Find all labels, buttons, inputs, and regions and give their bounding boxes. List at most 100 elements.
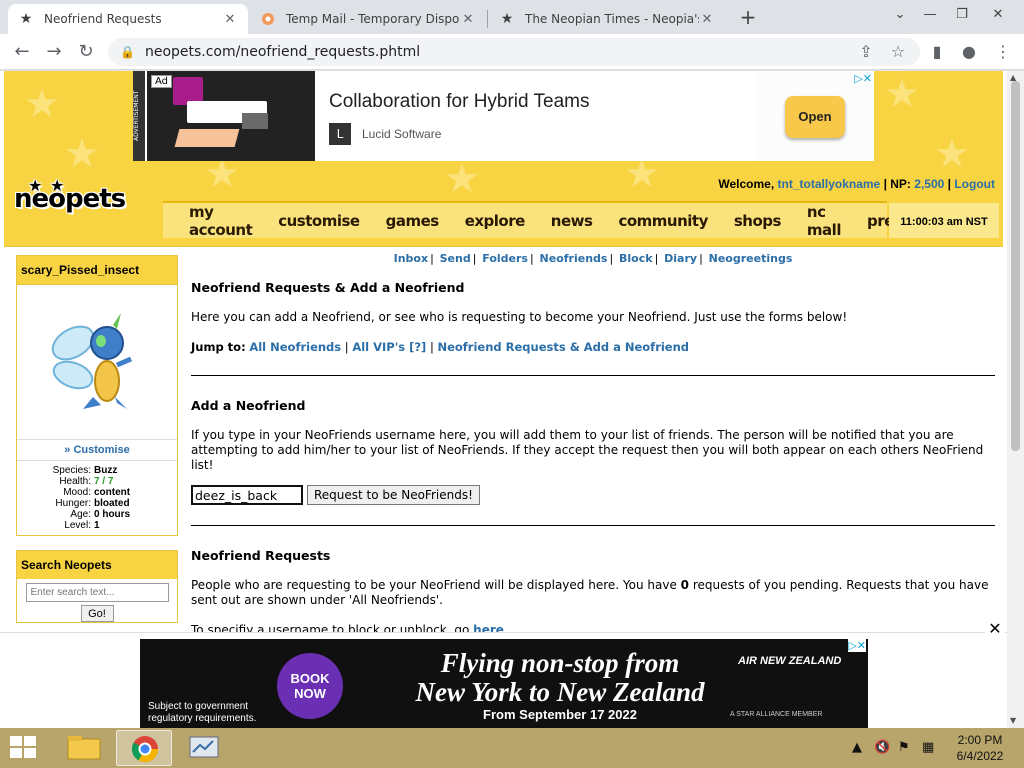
jump-requests[interactable]: Neofriend Requests & Add a Neofriend [437, 340, 689, 354]
forward-arrow-icon[interactable]: → [42, 40, 66, 64]
chrome-icon[interactable] [116, 730, 172, 766]
tab-temp-mail[interactable]: Temp Mail - Temporary Disposab ✕ [250, 4, 486, 34]
ad-image[interactable] [147, 71, 315, 161]
nav-community[interactable]: community [618, 212, 708, 230]
speaker-muted-icon[interactable]: 🔇 [874, 740, 890, 755]
nav-customise[interactable]: customise [278, 212, 360, 230]
tray-chevron-icon[interactable]: ▲ [852, 740, 862, 755]
bookmark-star-icon[interactable]: ☆ [888, 42, 908, 62]
back-arrow-icon[interactable]: ← [10, 40, 34, 64]
star-decoration-icon: ★ [934, 131, 970, 177]
start-logo-pane [24, 736, 36, 746]
stat-label: Hunger: [55, 498, 91, 509]
ad-headline-line: Flying non-stop from [440, 648, 680, 678]
disclaimer-line: regulatory requirements. [148, 713, 257, 724]
subnav-send[interactable]: Send [440, 252, 471, 265]
main-nav: my account customise games explore news … [163, 201, 939, 239]
flag-icon[interactable]: ⚑ [898, 740, 910, 755]
pet-stats: Species: Buzz Health: 7 / 7 Mood: content H… [17, 461, 177, 535]
kebab-menu-icon[interactable]: ⋮ [993, 42, 1013, 62]
jump-all-vips[interactable]: All VIP's [?] [352, 340, 426, 354]
ad-headline[interactable]: Flying non-stop from New York to New Zea… [340, 649, 780, 707]
ad-disclaimer: Subject to government regulatory require… [148, 701, 256, 725]
network-icon[interactable]: ▦ [922, 740, 934, 755]
windows-start-icon[interactable] [10, 736, 38, 760]
subnav-block[interactable]: Block [619, 252, 653, 265]
pet-image[interactable] [17, 285, 177, 440]
nav-games[interactable]: games [386, 212, 440, 230]
subnav-diary[interactable]: Diary [664, 252, 697, 265]
ad-badge: Ad [151, 75, 173, 88]
page-scrollbar[interactable]: ▲ ▼ [1007, 71, 1024, 728]
adchoices-icon[interactable]: ▷✕ [854, 72, 872, 85]
ad-title[interactable]: Collaboration for Hybrid Teams [329, 91, 590, 113]
adchoices-icon[interactable]: ▷✕ [848, 639, 866, 652]
separator: | [947, 177, 951, 191]
requests-count: 0 [680, 578, 690, 592]
ad-image-shape [174, 129, 240, 147]
subnav-neogreetings[interactable]: Neogreetings [709, 252, 793, 265]
tab-search-chevron-icon[interactable]: ⌄ [888, 4, 912, 26]
nav-news[interactable]: news [551, 212, 593, 230]
jump-all-neofriends[interactable]: All Neofriends [249, 340, 341, 354]
share-icon[interactable]: ⇪ [856, 42, 876, 62]
star-icon: ★ [500, 11, 514, 27]
close-icon[interactable]: ✕ [699, 12, 715, 27]
top-advertisement[interactable]: ADVERTISEMENT Ad Collaboration for Hybri… [133, 71, 874, 161]
nav-explore[interactable]: explore [465, 212, 526, 230]
logo-star-icon: ★ [28, 176, 42, 195]
np-value-link[interactable]: 2,500 [914, 177, 944, 191]
windows-taskbar: ▲ 🔇 ⚑ ▦ 2:00 PM 6/4/2022 [0, 728, 1024, 768]
minimize-button[interactable]: — [918, 4, 942, 26]
ad-side-label: ADVERTISEMENT [133, 71, 145, 161]
stat-age: 0 hours [94, 509, 131, 520]
close-icon[interactable]: ✕ [222, 12, 238, 27]
task-manager-icon[interactable] [176, 730, 232, 766]
tab-title: Temp Mail - Temporary Disposab [286, 12, 460, 26]
stat-level: 1 [94, 520, 100, 531]
nav-my-account[interactable]: my account [189, 203, 253, 239]
pet-name[interactable]: scary_Pissed_insect [17, 256, 177, 285]
subnav-inbox[interactable]: Inbox [394, 252, 428, 265]
subnav-folders[interactable]: Folders [482, 252, 528, 265]
requests-text: People who are requesting to be your Neo… [191, 578, 995, 608]
subnav-neofriends[interactable]: Neofriends [540, 252, 608, 265]
logout-link[interactable]: Logout [954, 177, 995, 191]
ad-banner[interactable]: BOOK NOW Flying non-stop from New York t… [140, 639, 868, 728]
close-ad-icon[interactable]: ✕ [985, 619, 1005, 639]
new-tab-button[interactable]: + [737, 6, 759, 28]
address-bar[interactable]: 🔒 neopets.com/neofriend_requests.phtml [108, 38, 920, 66]
window-close-button[interactable]: ✕ [986, 4, 1010, 26]
taskbar-clock[interactable]: 2:00 PM 6/4/2022 [950, 732, 1010, 764]
scroll-down-icon[interactable]: ▼ [1010, 716, 1016, 725]
tab-neopian-times[interactable]: ★ The Neopian Times - Neopia's fi ✕ [489, 4, 725, 34]
customise-link[interactable]: » Customise [17, 440, 177, 461]
ad-image-shape [242, 113, 268, 129]
request-neofriend-button[interactable]: Request to be NeoFriends! [307, 485, 480, 505]
ad-headline-line: New York to New Zealand [415, 677, 705, 707]
book-now-button[interactable]: BOOK NOW [277, 653, 343, 719]
ad-brand: AIR NEW ZEALAND [738, 655, 842, 667]
profile-avatar-icon[interactable]: ● [959, 42, 979, 62]
search-go-button[interactable]: Go! [80, 605, 114, 622]
add-neofriend-form: Request to be NeoFriends! [191, 485, 995, 505]
scrollbar-thumb[interactable] [1011, 81, 1020, 451]
jump-to-row: Jump to: All Neofriends | All VIP's [?] … [191, 340, 995, 355]
neopets-logo[interactable]: ★ ★ neopets [14, 176, 126, 214]
username-link[interactable]: tnt_totallyokname [778, 177, 881, 191]
url-text[interactable]: neopets.com/neofriend_requests.phtml [145, 44, 420, 60]
neofriend-username-input[interactable] [191, 485, 303, 505]
search-input[interactable] [25, 583, 169, 602]
reload-icon[interactable]: ↻ [74, 40, 98, 64]
nav-shops[interactable]: shops [734, 212, 782, 230]
stat-label: Mood: [63, 487, 91, 498]
ad-open-button[interactable]: Open [785, 96, 845, 138]
nav-nc-mall[interactable]: nc mall [807, 203, 842, 239]
side-panel-icon[interactable]: ▮ [927, 42, 947, 62]
file-explorer-icon[interactable] [56, 730, 112, 766]
restore-button[interactable]: ❐ [950, 4, 974, 26]
tab-neofriend-requests[interactable]: ★ Neofriend Requests ✕ [8, 4, 248, 34]
ad-sponsor[interactable]: Lucid Software [362, 127, 441, 141]
close-icon[interactable]: ✕ [460, 12, 476, 27]
lock-icon[interactable]: 🔒 [120, 45, 135, 59]
